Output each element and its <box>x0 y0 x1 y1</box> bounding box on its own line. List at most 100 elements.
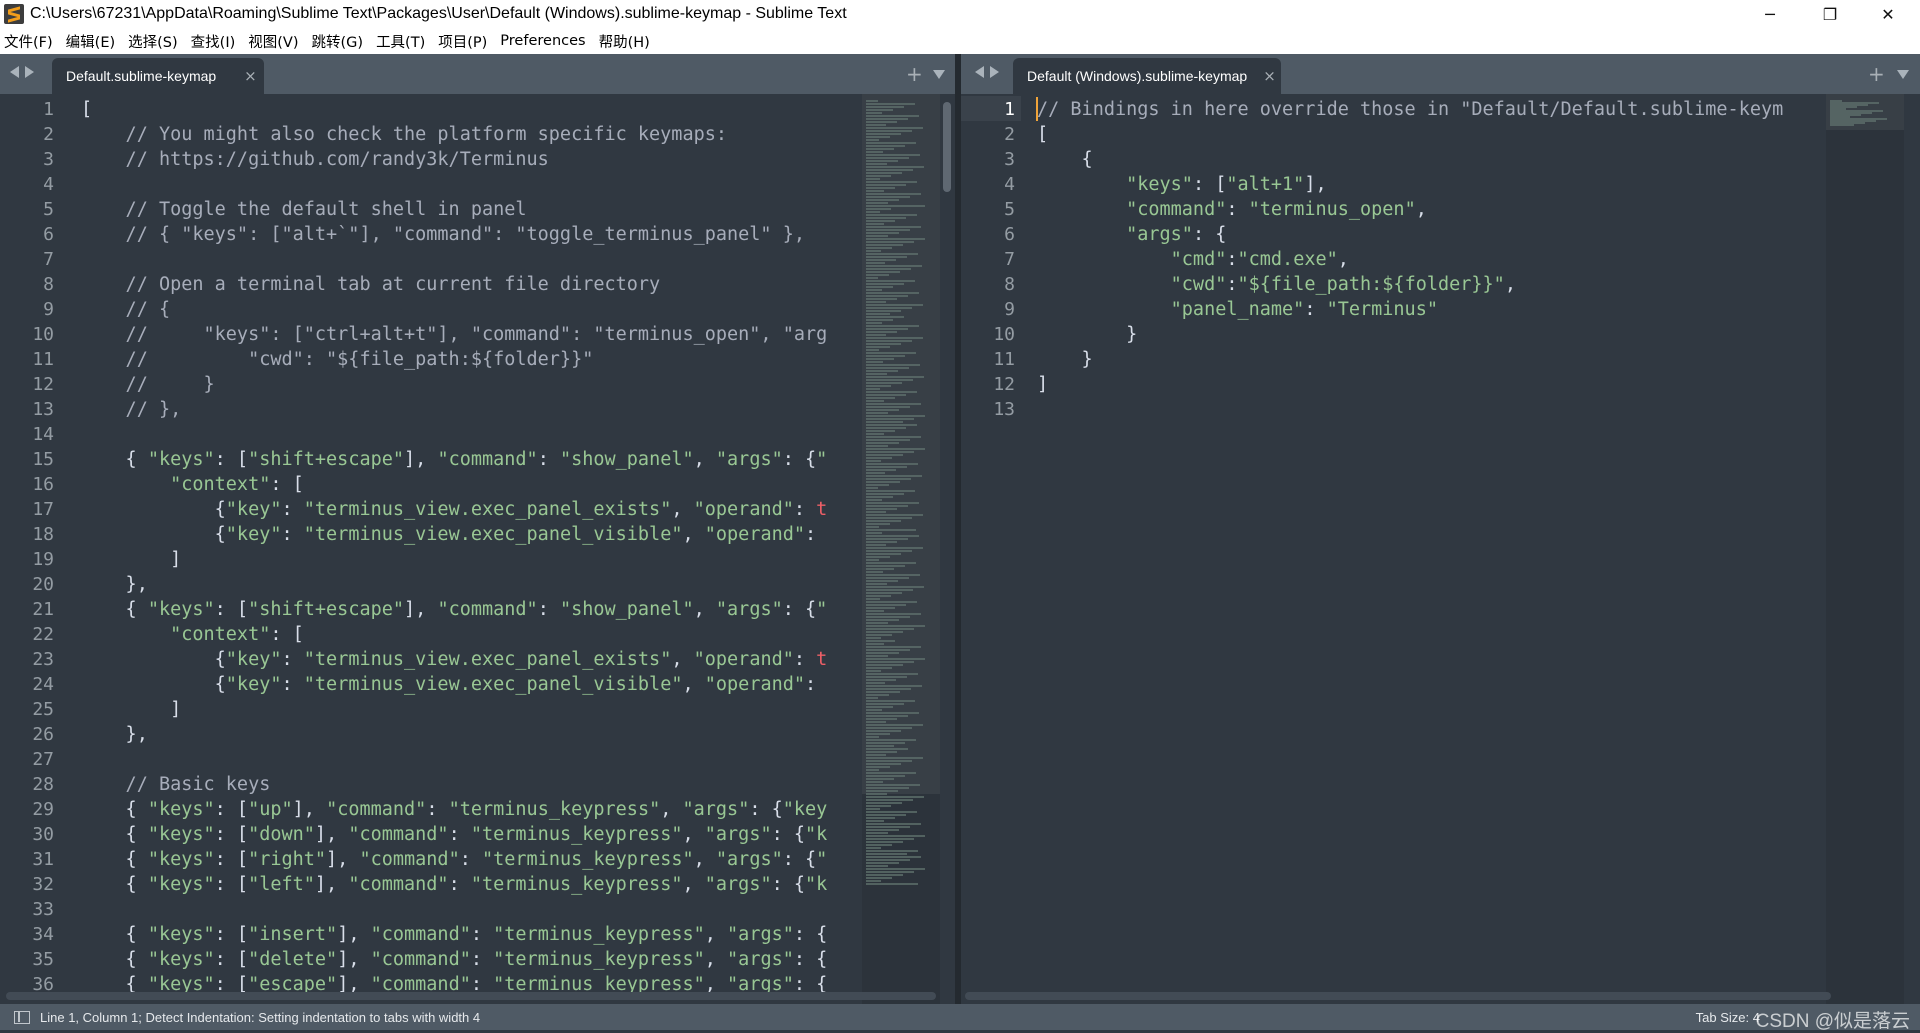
panel-toggle-icon[interactable] <box>14 1010 30 1024</box>
line-number: 11 <box>32 349 54 370</box>
plus-icon[interactable]: + <box>906 62 923 86</box>
code-line[interactable]: // https://github.com/randy3k/Terminus <box>81 147 549 172</box>
code-line[interactable]: {"key": "terminus_view.exec_panel_exists… <box>81 647 828 672</box>
minimap-line <box>866 820 884 822</box>
minimize-button[interactable]: ─ <box>1742 0 1798 28</box>
minimap-line <box>866 553 901 555</box>
minimap-line <box>866 145 905 147</box>
menu-item-0[interactable]: 文件(F) <box>4 31 53 52</box>
code-line[interactable]: {"key": "terminus_view.exec_panel_exists… <box>81 497 828 522</box>
code-token: // Bindings in here override those in "D… <box>1037 99 1784 120</box>
minimap-line <box>866 802 902 804</box>
code-line[interactable]: "context": [ <box>81 472 304 497</box>
vertical-scrollbar[interactable] <box>942 94 952 1004</box>
code-line[interactable]: // }, <box>81 397 182 422</box>
code-token: : { <box>782 449 817 470</box>
code-line[interactable]: // { <box>81 297 171 322</box>
code-line[interactable]: { "keys": ["down"], "command": "terminus… <box>81 822 828 847</box>
arrow-right-icon[interactable] <box>25 66 34 78</box>
code-line[interactable]: "command": "terminus_open", <box>1037 197 1427 222</box>
tab-default-windows-sublime-keymap[interactable]: Default (Windows).sublime-keymap × <box>1013 58 1281 94</box>
close-icon[interactable]: × <box>244 67 257 85</box>
code-line[interactable]: "args": { <box>1037 222 1226 247</box>
code-line[interactable]: // "cwd": "${file_path:${folder}}" <box>81 347 594 372</box>
close-button[interactable]: ✕ <box>1860 0 1916 28</box>
right-tab-nav[interactable] <box>975 66 999 78</box>
horizontal-scrollbar[interactable] <box>6 992 936 1000</box>
code-line[interactable]: [ <box>1037 122 1048 147</box>
menu-item-9[interactable]: 帮助(H) <box>599 31 650 52</box>
menu-item-3[interactable]: 查找(I) <box>191 31 236 52</box>
minimap[interactable] <box>1826 94 1904 1004</box>
right-editor[interactable]: 1 2 3 4 5 6 7 8 9 10 11 12 13 // Bindings in here ov… <box>961 94 1920 1004</box>
maximize-button[interactable]: ❐ <box>1802 0 1858 28</box>
code-line[interactable]: // Toggle the default shell in panel <box>81 197 527 222</box>
menu-item-8[interactable]: Preferences <box>500 33 585 49</box>
code-line[interactable]: [ <box>81 97 92 122</box>
code-line[interactable]: } <box>1037 347 1093 372</box>
code-line[interactable]: "cwd":"${file_path:${folder}}", <box>1037 272 1516 297</box>
code-line[interactable]: ] <box>1037 372 1048 397</box>
menu-item-5[interactable]: 跳转(G) <box>312 31 364 52</box>
code-line[interactable]: "cmd":"cmd.exe", <box>1037 247 1349 272</box>
code-line[interactable]: // { "keys": ["alt+`"], "command": "togg… <box>81 222 805 247</box>
left-editor[interactable]: 1 2 3 4 5 6 7 8 9 10 11 12 13 14 15 16 17 18 19 20 21 22 23 24 2… <box>0 94 955 1004</box>
code-token: : { <box>771 874 806 895</box>
code-line[interactable]: "panel_name": "Terminus" <box>1037 297 1438 322</box>
scrollbar-thumb[interactable] <box>943 102 951 192</box>
code-line[interactable]: { "keys": ["right"], "command": "terminu… <box>81 847 828 872</box>
chevron-down-icon[interactable] <box>1897 70 1909 79</box>
code-line[interactable]: { "keys": ["left"], "command": "terminus… <box>81 872 828 897</box>
menu-item-6[interactable]: 工具(T) <box>376 31 425 52</box>
minimap-line <box>866 775 905 777</box>
code-line[interactable]: { "keys": ["insert"], "command": "termin… <box>81 922 828 947</box>
code-line[interactable]: { "keys": ["delete"], "command": "termin… <box>81 947 828 972</box>
menu-item-1[interactable]: 编辑(E) <box>66 31 115 52</box>
close-icon[interactable]: × <box>1263 67 1276 85</box>
code-line[interactable]: {"key": "terminus_view.exec_panel_visibl… <box>81 672 817 697</box>
arrow-left-icon[interactable] <box>10 66 19 78</box>
menu-item-4[interactable]: 视图(V) <box>248 31 298 52</box>
code-line[interactable]: }, <box>81 722 148 747</box>
minimap-line <box>866 853 907 855</box>
code-line[interactable]: ] <box>81 697 181 722</box>
minimap-line <box>866 829 899 831</box>
code-area[interactable]: [ // You might also check the platform s… <box>81 94 863 1004</box>
code-line[interactable]: ] <box>81 547 181 572</box>
code-line[interactable]: "context": [ <box>81 622 304 647</box>
minimap-line <box>866 418 914 420</box>
arrow-left-icon[interactable] <box>975 66 984 78</box>
code-line[interactable]: // } <box>81 372 215 397</box>
left-tab-nav[interactable] <box>10 66 34 78</box>
tab-size-indicator[interactable]: Tab Size: 4 <box>1696 1010 1760 1025</box>
code-line[interactable]: // Bindings in here override those in "D… <box>1037 97 1783 122</box>
menu-item-2[interactable]: 选择(S) <box>128 31 178 52</box>
code-line[interactable]: { <box>1037 147 1093 172</box>
menu-item-7[interactable]: 项目(P) <box>438 31 487 52</box>
code-line[interactable]: // You might also check the platform spe… <box>81 122 727 147</box>
plus-icon[interactable]: + <box>1868 62 1885 86</box>
code-token: : [ <box>214 599 249 620</box>
code-line[interactable]: { "keys": ["shift+escape"], "command": "… <box>81 597 828 622</box>
minimap-line <box>866 424 917 426</box>
chevron-down-icon[interactable] <box>933 70 945 79</box>
tab-default-sublime-keymap[interactable]: Default.sublime-keymap × <box>52 58 264 94</box>
code-line[interactable]: { "keys": ["shift+escape"], "command": "… <box>81 447 828 472</box>
code-token: "key" <box>225 499 282 520</box>
minimap-line <box>866 691 900 693</box>
code-line[interactable]: } <box>1037 322 1137 347</box>
arrow-right-icon[interactable] <box>990 66 999 78</box>
code-line[interactable]: {"key": "terminus_view.exec_panel_visibl… <box>81 522 817 547</box>
code-line[interactable]: // Open a terminal tab at current file d… <box>81 272 661 297</box>
code-line[interactable]: // Basic keys <box>81 772 271 797</box>
vertical-scrollbar[interactable] <box>1906 94 1916 1004</box>
code-line[interactable]: // "keys": ["ctrl+alt+t"], "command": "t… <box>81 322 828 347</box>
minimap-line <box>866 751 897 753</box>
minimap[interactable] <box>862 94 940 1004</box>
code-line[interactable]: { "keys": ["up"], "command": "terminus_k… <box>81 797 828 822</box>
code-line[interactable]: }, <box>81 572 148 597</box>
code-area[interactable]: // Bindings in here override those in "D… <box>1037 94 1826 1004</box>
code-line[interactable]: "keys": ["alt+1"], <box>1037 172 1327 197</box>
code-token: ] <box>81 699 182 720</box>
horizontal-scrollbar[interactable] <box>965 992 1831 1000</box>
